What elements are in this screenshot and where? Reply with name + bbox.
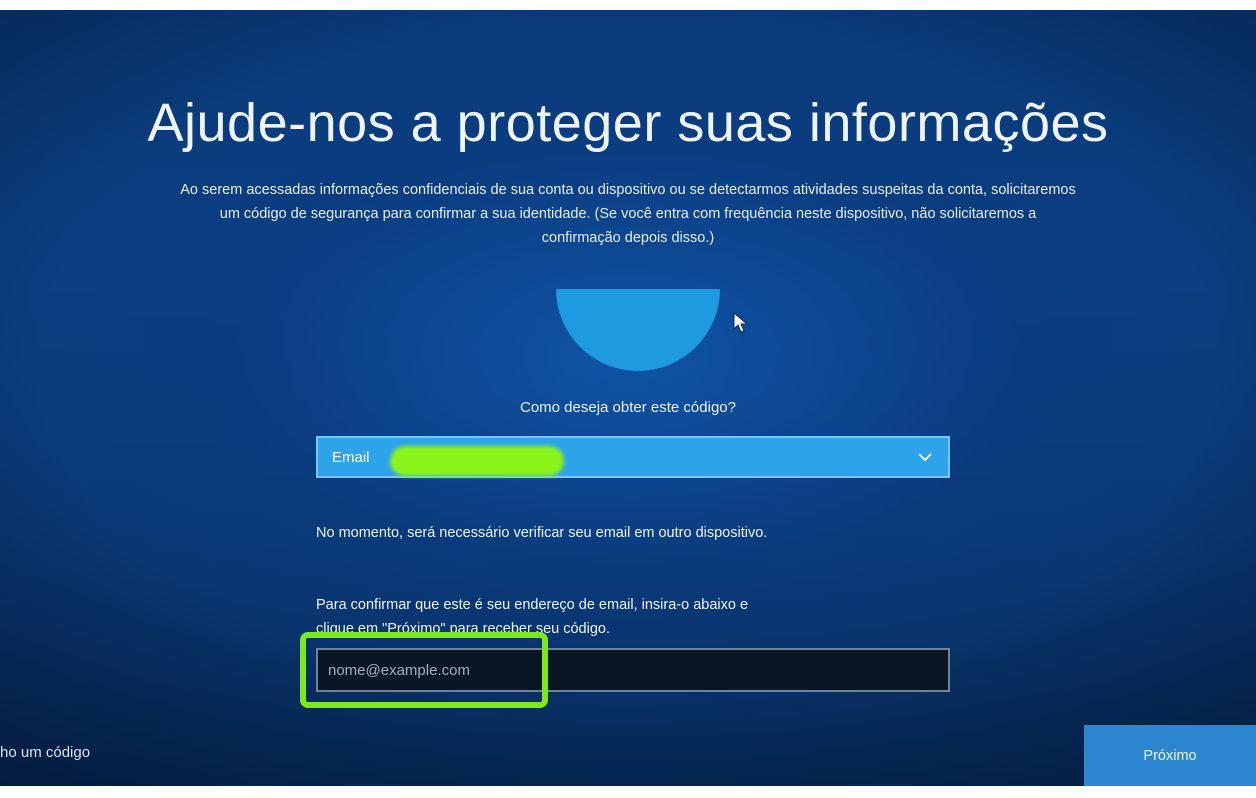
description-line: Ao serem acessadas informações confidenc… (180, 182, 1076, 198)
hero-illustration (556, 289, 720, 371)
page-title: Ajude-nos a proteger suas informações (147, 93, 1109, 153)
verification-note: No momento, será necessário verificar se… (316, 525, 768, 541)
chevron-down-icon[interactable] (916, 448, 934, 466)
email-input[interactable] (316, 648, 950, 692)
description-line: um código de segurança para confirmar a … (219, 206, 1037, 222)
redaction-mark (390, 446, 564, 476)
email-instructions: Para confirmar que este é seu endereço d… (316, 593, 936, 641)
security-setup-screen: Ajude-nos a proteger suas informações Ao… (0, 10, 1256, 786)
mouse-cursor-icon (733, 312, 749, 333)
instructions-line: clique em "Próximo" para receber seu cód… (316, 621, 610, 637)
have-code-link[interactable]: ho um código (0, 744, 90, 761)
page-description: Ao serem acessadas informações confidenc… (0, 178, 1256, 250)
instructions-line: Para confirmar que este é seu endereço d… (316, 597, 749, 613)
select-value: Email (332, 448, 370, 466)
next-button[interactable]: Próximo (1084, 725, 1256, 786)
method-question: Como deseja obter este código? (520, 399, 736, 416)
verification-method-select[interactable]: Email (316, 436, 950, 478)
description-line: confirmação depois disso.) (541, 230, 715, 246)
